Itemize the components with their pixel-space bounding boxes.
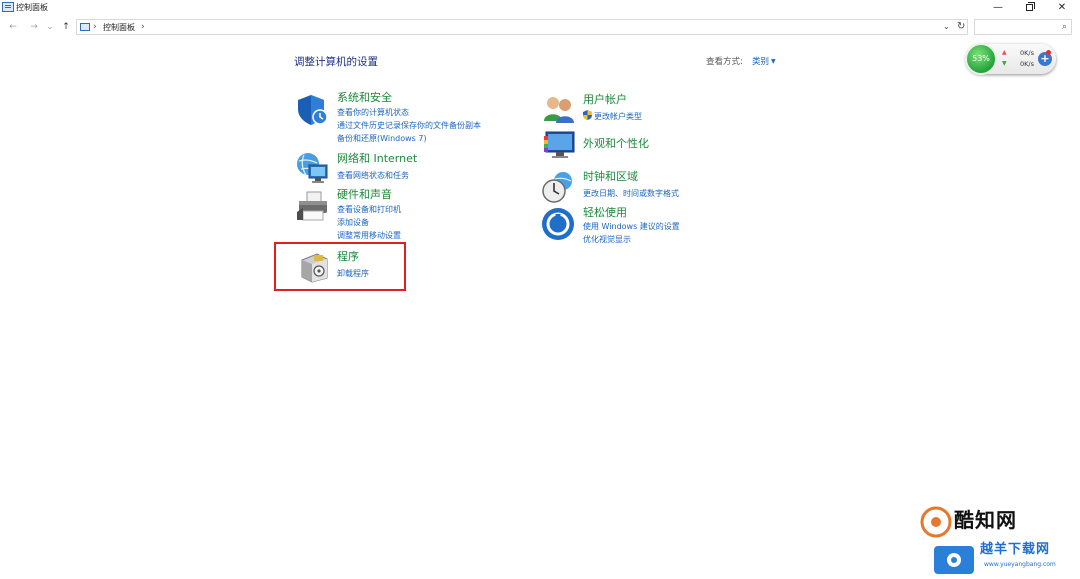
dropdown-arrow-icon: ▼ (771, 58, 776, 65)
category-hardware-sound[interactable]: 硬件和声音 (337, 188, 392, 202)
link-backup-restore[interactable]: 备份和还原(Windows 7) (337, 133, 427, 144)
watermark-badge-icon (934, 546, 974, 574)
recent-locations-icon[interactable]: ⌄ (43, 20, 57, 34)
category-network-internet[interactable]: 网络和 Internet (337, 152, 417, 166)
category-user-accounts[interactable]: 用户帐户 (583, 93, 627, 107)
restore-icon (1025, 2, 1035, 11)
maximize-button[interactable] (1013, 0, 1045, 16)
watermark-logo-icon (920, 506, 952, 538)
view-by-label: 查看方式: (706, 57, 743, 67)
forward-icon[interactable]: → (27, 20, 41, 34)
link-view-computer-status[interactable]: 查看你的计算机状态 (337, 107, 409, 118)
link-change-date-time-format[interactable]: 更改日期、时间或数字格式 (583, 188, 679, 199)
category-appearance[interactable]: 外观和个性化 (583, 137, 649, 151)
ease-of-access-icon[interactable] (541, 207, 575, 241)
upload-speed: 0K/s (1020, 49, 1034, 57)
watermark-url: www.yueyangbang.com (984, 561, 1056, 568)
search-input[interactable]: ⌕ (974, 19, 1072, 35)
users-icon[interactable] (542, 93, 576, 127)
address-bar[interactable]: › 控制面板 › ⌄ ↻ (76, 19, 968, 35)
clock-globe-icon[interactable] (541, 170, 575, 204)
printer-icon[interactable] (295, 190, 329, 224)
minimize-button[interactable]: — (982, 0, 1014, 16)
window-title: 控制面板 (16, 3, 48, 12)
breadcrumb-chevron-icon[interactable]: › (141, 21, 145, 33)
navigation-bar: ← → ⌄ ↑ › 控制面板 › ⌄ ↻ ⌕ (0, 18, 1080, 38)
view-by-dropdown[interactable]: 类别 ▼ (752, 56, 776, 69)
minimize-icon: — (993, 2, 1003, 13)
search-icon[interactable]: ⌕ (1062, 21, 1067, 33)
control-panel-icon (2, 2, 14, 12)
download-arrow-icon: ▼ (1002, 60, 1007, 67)
link-devices-printers[interactable]: 查看设备和打印机 (337, 204, 401, 215)
back-icon[interactable]: ← (6, 20, 20, 34)
link-file-history-backup[interactable]: 通过文件历史记录保存你的文件备份副本 (337, 120, 481, 131)
close-button[interactable]: ✕ (1046, 0, 1078, 16)
link-windows-recommended-settings[interactable]: 使用 Windows 建议的设置 (583, 221, 680, 232)
monitor-palette-icon[interactable] (542, 128, 576, 162)
upload-arrow-icon: ▲ (1002, 49, 1007, 56)
address-dropdown-icon[interactable]: ⌄ (943, 21, 950, 33)
page-title: 调整计算机的设置 (294, 56, 378, 68)
link-change-account-type[interactable]: 更改帐户类型 (594, 111, 642, 122)
watermark-text-site: 越羊下载网 (980, 542, 1051, 557)
notification-dot (1046, 50, 1051, 55)
globe-network-icon[interactable] (295, 151, 329, 185)
breadcrumb-control-panel[interactable]: 控制面板 (103, 22, 135, 33)
breadcrumb-chevron-icon[interactable]: › (93, 21, 97, 33)
control-panel-small-icon (80, 23, 90, 31)
category-system-security[interactable]: 系统和安全 (337, 91, 392, 105)
title-bar: 控制面板 — ✕ (0, 0, 1080, 16)
link-add-device[interactable]: 添加设备 (337, 217, 369, 228)
category-ease-of-access[interactable]: 轻松使用 (583, 206, 627, 220)
up-icon[interactable]: ↑ (59, 20, 73, 34)
category-clock-region[interactable]: 时钟和区域 (583, 170, 638, 184)
link-optimize-visual-display[interactable]: 优化视觉显示 (583, 234, 631, 245)
refresh-icon[interactable]: ↻ (957, 20, 965, 33)
shield-icon[interactable] (296, 93, 330, 127)
uac-shield-icon (583, 110, 592, 120)
programs-highlight-box (274, 242, 406, 291)
network-speed-widget[interactable]: 53% ▲ 0K/s ▼ 0K/s + (965, 43, 1056, 75)
close-icon: ✕ (1057, 2, 1067, 13)
memory-usage-gauge[interactable]: 53% (965, 43, 997, 75)
download-speed: 0K/s (1020, 60, 1034, 68)
link-network-status[interactable]: 查看网络状态和任务 (337, 170, 409, 181)
watermark-text-kuzhi: 酷知网 (954, 508, 1017, 532)
link-mobility-settings[interactable]: 调整常用移动设置 (337, 230, 401, 241)
view-by-value: 类别 (752, 57, 770, 67)
